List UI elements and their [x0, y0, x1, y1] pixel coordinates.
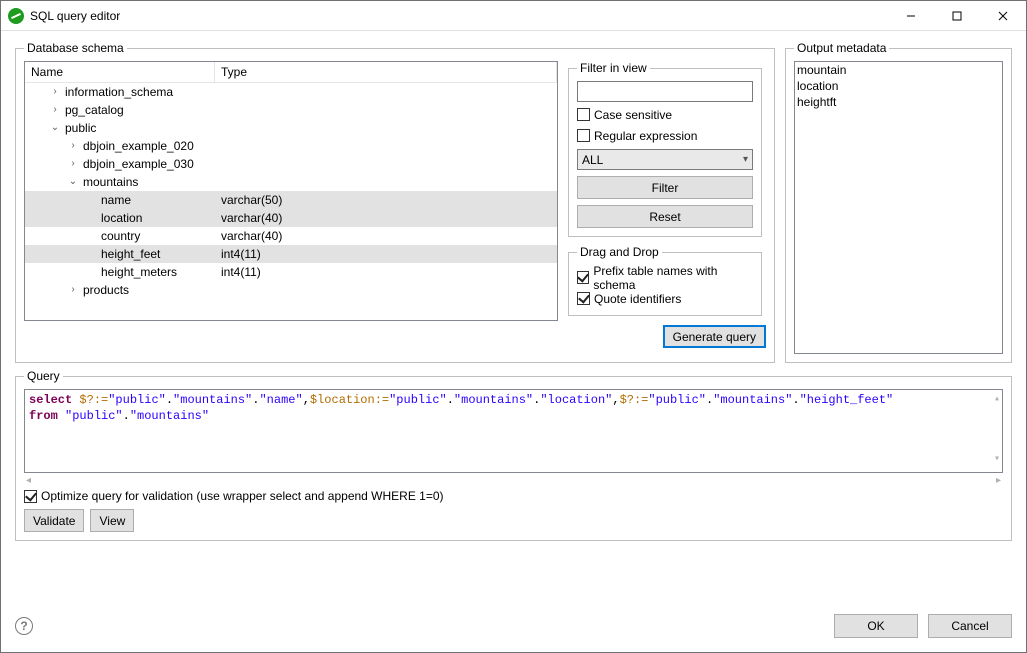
chevron-down-icon: ▾: [743, 154, 748, 165]
ok-button[interactable]: OK: [834, 614, 918, 638]
cancel-button[interactable]: Cancel: [928, 614, 1012, 638]
filter-mode-select[interactable]: ALL ▾: [577, 149, 753, 170]
output-item[interactable]: heightft: [795, 94, 1002, 110]
output-metadata-legend: Output metadata: [794, 41, 889, 55]
tree-row-name: height_meters: [97, 263, 177, 281]
tree-row-name: information_schema: [61, 83, 173, 101]
tree-row[interactable]: ›dbjoin_example_030: [25, 155, 557, 173]
tree-row-name: height_feet: [97, 245, 160, 263]
case-sensitive-label: Case sensitive: [594, 108, 672, 122]
tree-header-type[interactable]: Type: [215, 62, 557, 82]
quote-identifiers-checkbox[interactable]: Quote identifiers: [577, 290, 753, 307]
query-textarea[interactable]: select $?:="public"."mountains"."name",$…: [24, 389, 1003, 473]
chevron-right-icon[interactable]: ›: [67, 281, 79, 299]
tree-row-name: dbjoin_example_030: [79, 155, 194, 173]
tree-row-type: varchar(40): [215, 227, 557, 245]
chevron-right-icon[interactable]: ›: [49, 83, 61, 101]
sql-query-editor-window: SQL query editor Database schema Name Ty…: [0, 0, 1027, 653]
filter-panel: Filter in view Case sensitive Regular ex…: [568, 61, 762, 237]
tree-row[interactable]: ›pg_catalog: [25, 101, 557, 119]
tree-row-type: int4(11): [215, 263, 557, 281]
chevron-down-icon[interactable]: ⌄: [67, 173, 79, 191]
tree-row-type: [215, 281, 557, 299]
filter-input[interactable]: [577, 81, 753, 102]
regex-label: Regular expression: [594, 129, 697, 143]
query-content: select $?:="public"."mountains"."name",$…: [29, 392, 998, 424]
output-metadata-list[interactable]: mountainlocationheightft: [794, 61, 1003, 354]
tree-row-name: country: [97, 227, 140, 245]
horizontal-scroll-hint: ◂▸: [24, 475, 1003, 487]
tree-row-type: [215, 101, 557, 119]
drag-drop-legend: Drag and Drop: [577, 245, 662, 259]
case-sensitive-checkbox[interactable]: Case sensitive: [577, 106, 753, 123]
tree-row[interactable]: height_meters int4(11): [25, 263, 557, 281]
filter-legend: Filter in view: [577, 61, 650, 75]
prefix-schema-label: Prefix table names with schema: [593, 264, 753, 292]
tree-row-type: [215, 119, 557, 137]
output-item[interactable]: location: [795, 78, 1002, 94]
footer: ? OK Cancel: [1, 614, 1026, 652]
chevron-right-icon[interactable]: ›: [49, 101, 61, 119]
output-metadata-panel: Output metadata mountainlocationheightft: [785, 41, 1012, 363]
tree-row-name: products: [79, 281, 129, 299]
tree-row-type: varchar(40): [215, 209, 557, 227]
tree-row-type: [215, 83, 557, 101]
titlebar: SQL query editor: [1, 1, 1026, 31]
tree-row-name: mountains: [79, 173, 138, 191]
tree-row[interactable]: name varchar(50): [25, 191, 557, 209]
tree-row[interactable]: ⌄mountains: [25, 173, 557, 191]
tree-row-type: int4(11): [215, 245, 557, 263]
database-schema-panel: Database schema Name Type ›information_s…: [15, 41, 775, 363]
tree-row-type: [215, 173, 557, 191]
help-icon[interactable]: ?: [15, 617, 33, 635]
database-schema-legend: Database schema: [24, 41, 127, 55]
output-item[interactable]: mountain: [795, 62, 1002, 78]
tree-row[interactable]: country varchar(40): [25, 227, 557, 245]
tree-row-name: location: [97, 209, 142, 227]
filter-mode-value: ALL: [582, 153, 603, 167]
window-title: SQL query editor: [30, 9, 120, 23]
tree-row[interactable]: height_feet int4(11): [25, 245, 557, 263]
tree-header: Name Type: [25, 62, 557, 83]
tree-row-name: dbjoin_example_020: [79, 137, 194, 155]
close-button[interactable]: [980, 1, 1026, 31]
tree-row[interactable]: ›dbjoin_example_020: [25, 137, 557, 155]
quote-identifiers-label: Quote identifiers: [594, 292, 681, 306]
generate-query-button[interactable]: Generate query: [663, 325, 766, 348]
filter-button[interactable]: Filter: [577, 176, 753, 199]
tree-row-name: pg_catalog: [61, 101, 124, 119]
maximize-button[interactable]: [934, 1, 980, 31]
tree-row-type: [215, 155, 557, 173]
regex-checkbox[interactable]: Regular expression: [577, 127, 753, 144]
tree-row[interactable]: location varchar(40): [25, 209, 557, 227]
chevron-right-icon[interactable]: ›: [67, 137, 79, 155]
prefix-schema-checkbox[interactable]: Prefix table names with schema: [577, 269, 753, 286]
tree-header-name[interactable]: Name: [25, 62, 215, 82]
query-panel: Query select $?:="public"."mountains"."n…: [15, 369, 1012, 541]
tree-row[interactable]: ›products: [25, 281, 557, 299]
minimize-button[interactable]: [888, 1, 934, 31]
app-icon: [8, 8, 24, 24]
tree-row-type: varchar(50): [215, 191, 557, 209]
schema-tree[interactable]: Name Type ›information_schema›pg_catalog…: [24, 61, 558, 321]
tree-row-type: [215, 137, 557, 155]
vertical-scroll-hint: ▴▾: [994, 392, 1000, 468]
tree-row[interactable]: ›information_schema: [25, 83, 557, 101]
query-legend: Query: [24, 369, 63, 383]
optimize-query-label: Optimize query for validation (use wrapp…: [41, 489, 444, 503]
content-area: Database schema Name Type ›information_s…: [1, 31, 1026, 614]
tree-row-name: name: [97, 191, 131, 209]
tree-row-name: public: [61, 119, 96, 137]
view-button[interactable]: View: [90, 509, 134, 532]
optimize-query-checkbox[interactable]: Optimize query for validation (use wrapp…: [24, 489, 1003, 503]
reset-button[interactable]: Reset: [577, 205, 753, 228]
drag-drop-panel: Drag and Drop Prefix table names with sc…: [568, 245, 762, 316]
chevron-right-icon[interactable]: ›: [67, 155, 79, 173]
validate-button[interactable]: Validate: [24, 509, 84, 532]
tree-row[interactable]: ⌄public: [25, 119, 557, 137]
chevron-down-icon[interactable]: ⌄: [49, 119, 61, 137]
